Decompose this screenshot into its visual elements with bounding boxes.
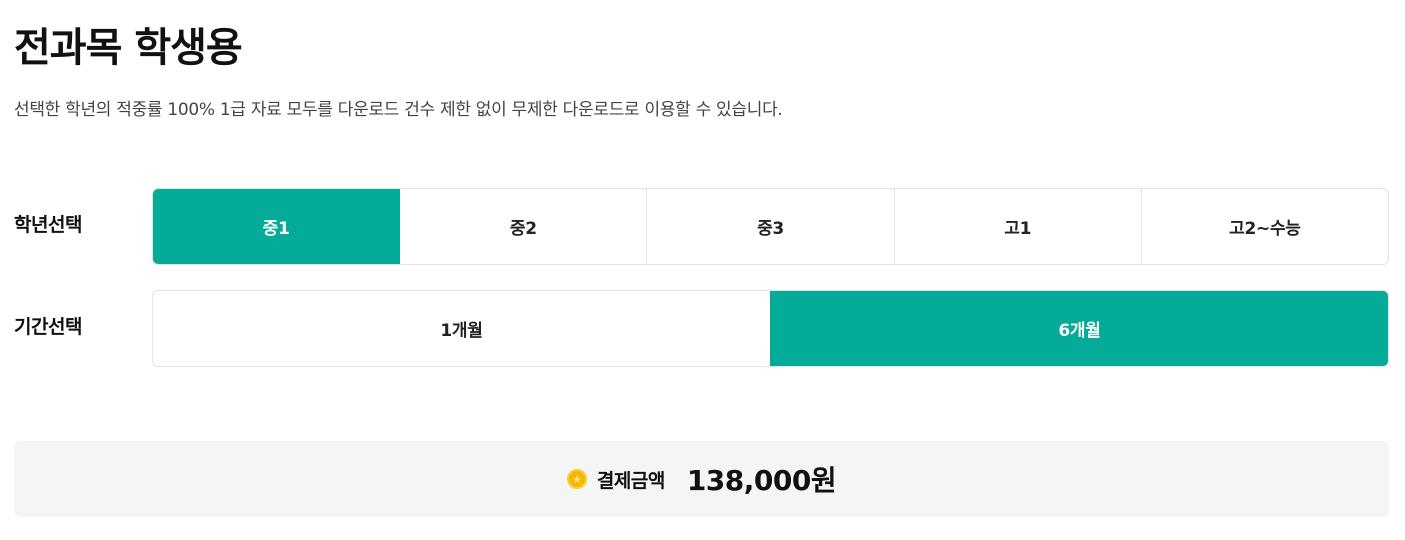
page-title: 전과목 학생용 [14,25,243,71]
coin-icon: ★ [566,469,587,489]
payment-label: 결제금액 [596,469,665,492]
period-option-1-month[interactable]: 1개월 [153,291,770,366]
period-select-group: 1개월 6개월 [152,290,1389,367]
grade-select-label: 학년선택 [14,214,82,236]
page-description: 선택한 학년의 적중률 100% 1급 자료 모두를 다운로드 건수 제한 없이… [14,100,783,120]
payment-summary: ★ 결제금액 138,000원 [14,441,1389,517]
grade-select-group: 중1 중2 중3 고1 고2~수능 [152,188,1389,265]
grade-option-middle-2[interactable]: 중2 [399,189,646,264]
period-option-6-months[interactable]: 6개월 [770,291,1388,366]
grade-option-middle-3[interactable]: 중3 [646,189,893,264]
grade-option-middle-1[interactable]: 중1 [153,189,400,264]
grade-option-high-2-suneung[interactable]: 고2~수능 [1140,189,1388,264]
grade-option-high-1[interactable]: 고1 [893,189,1141,264]
period-select-label: 기간선택 [14,316,82,338]
payment-amount: 138,000원 [686,464,837,497]
